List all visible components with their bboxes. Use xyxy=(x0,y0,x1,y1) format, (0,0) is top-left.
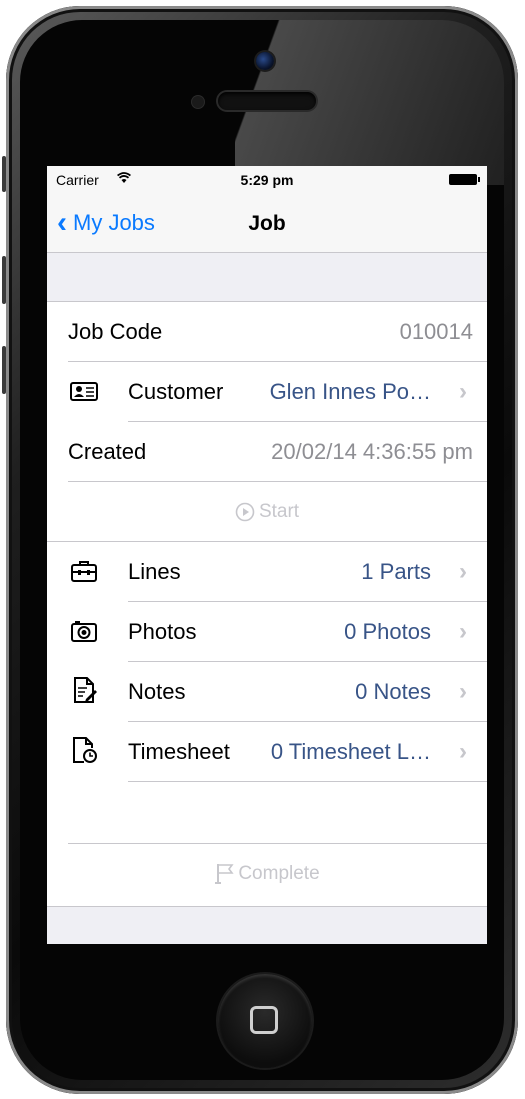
customer-value: Glen Innes Po… xyxy=(269,379,431,404)
start-label: Start xyxy=(258,501,300,522)
lines-row[interactable]: Lines 1 Parts › xyxy=(47,542,487,602)
page-title: Job xyxy=(248,212,286,235)
customer-card-icon xyxy=(70,382,98,401)
volume-up-button xyxy=(2,256,6,304)
job-code-row: Job Code 010014 xyxy=(47,302,487,362)
navigation-bar: ‹ My Jobs Job xyxy=(47,194,487,253)
camera-icon xyxy=(71,621,97,642)
lines-value: 1 Parts xyxy=(361,559,431,584)
chevron-right-icon: › xyxy=(459,558,467,585)
home-square-icon xyxy=(250,1006,278,1034)
chevron-right-icon: › xyxy=(459,378,467,405)
start-button[interactable]: Start xyxy=(47,482,487,542)
created-value: 20/02/14 4:36:55 pm xyxy=(271,439,473,464)
flag-icon xyxy=(215,864,234,884)
notes-row[interactable]: Notes 0 Notes › xyxy=(47,662,487,722)
section-header xyxy=(47,253,487,302)
photos-label: Photos xyxy=(128,619,197,644)
complete-label: Complete xyxy=(238,863,320,884)
earpiece-speaker xyxy=(218,92,316,110)
timesheet-value: 0 Timesheet L… xyxy=(270,739,431,764)
notes-value: 0 Notes xyxy=(355,679,431,704)
chevron-right-icon: › xyxy=(459,738,467,765)
timesheet-icon xyxy=(73,737,97,763)
customer-row[interactable]: Customer Glen Innes Po… › xyxy=(47,362,487,422)
home-button[interactable] xyxy=(218,974,312,1068)
volume-down-button xyxy=(2,346,6,394)
notes-label: Notes xyxy=(128,679,186,704)
status-bar: Carrier 5:29 pm xyxy=(47,166,487,194)
notes-icon xyxy=(74,677,97,703)
timesheet-row[interactable]: Timesheet 0 Timesheet L… › xyxy=(47,722,487,782)
app-screen: Carrier 5:29 pm ‹ My Jobs Job Job Code 0… xyxy=(47,166,487,944)
proximity-sensor xyxy=(192,96,204,108)
job-code-value: 010014 xyxy=(399,319,473,344)
timesheet-label: Timesheet xyxy=(128,739,230,764)
created-row: Created 20/02/14 4:36:55 pm xyxy=(47,422,487,482)
front-camera xyxy=(256,52,274,70)
created-label: Created xyxy=(68,439,147,464)
complete-button[interactable]: Complete xyxy=(47,844,487,904)
lines-label: Lines xyxy=(128,559,181,584)
status-time: 5:29 pm xyxy=(240,172,294,188)
bottom-group-spacer xyxy=(47,906,487,944)
customer-label: Customer xyxy=(128,379,224,404)
photos-value: 0 Photos xyxy=(344,619,431,644)
mute-switch xyxy=(2,156,6,192)
job-code-label: Job Code xyxy=(68,319,163,344)
chevron-right-icon: › xyxy=(459,618,467,645)
play-circle-icon xyxy=(235,502,255,522)
toolbox-icon xyxy=(71,561,97,582)
battery-icon xyxy=(449,174,480,185)
chevron-right-icon: › xyxy=(459,678,467,705)
photos-row[interactable]: Photos 0 Photos › xyxy=(47,602,487,662)
